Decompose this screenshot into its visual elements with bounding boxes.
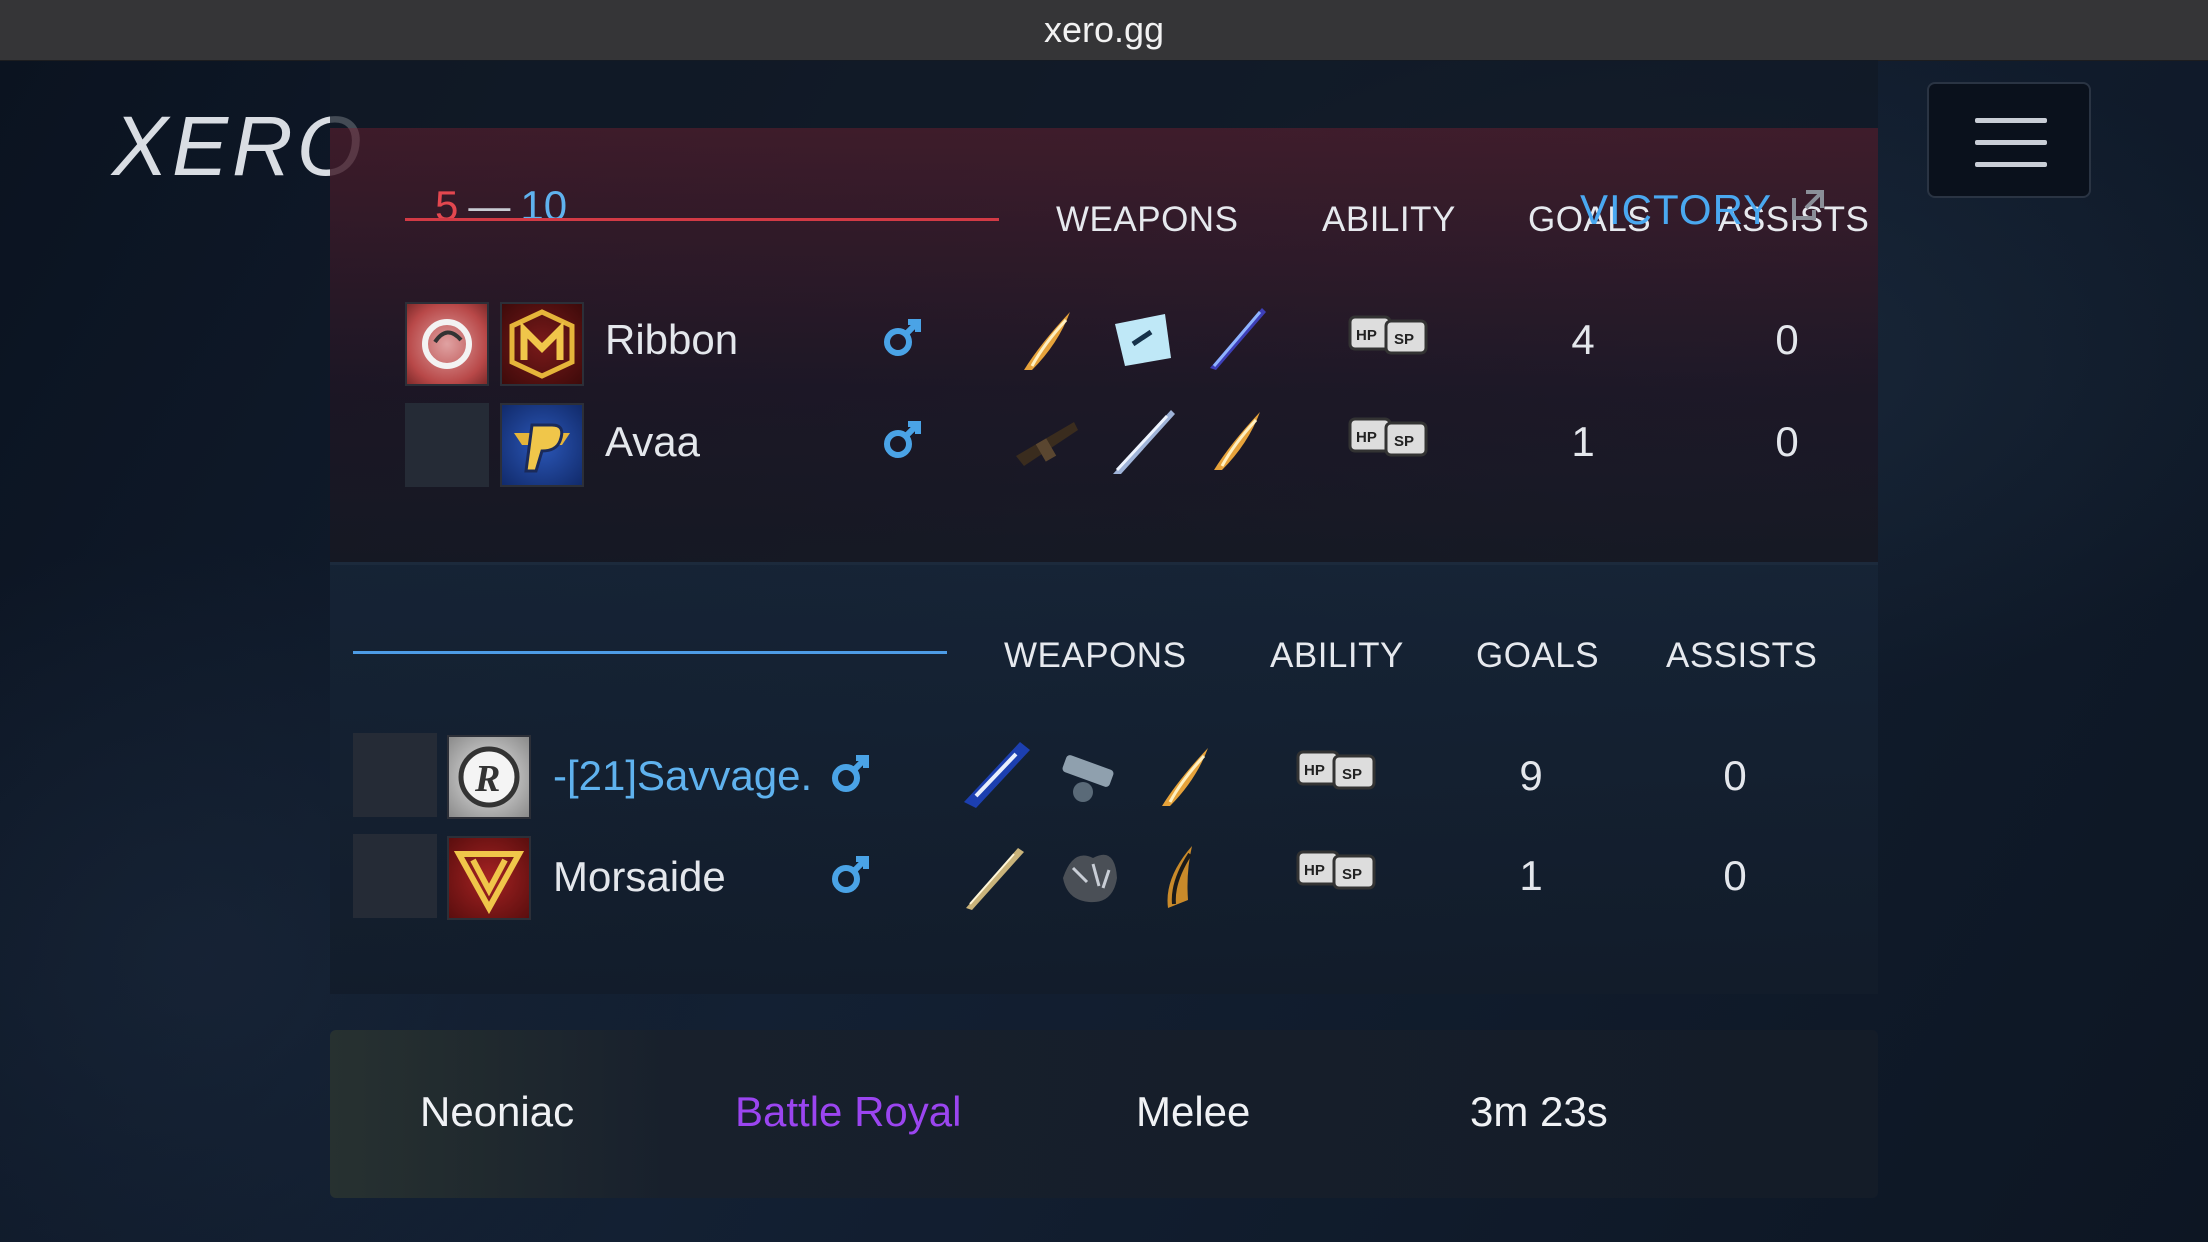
player-assists: 0	[1775, 418, 1799, 465]
external-link-icon[interactable]	[1788, 184, 1828, 224]
blue-team-divider	[353, 651, 947, 654]
score-blue: 10	[520, 182, 568, 229]
plasma-sword-icon	[1210, 308, 1266, 370]
v-emblem-icon	[453, 851, 525, 915]
player-goals: 1	[1571, 418, 1595, 465]
gatling-gun-icon	[1062, 755, 1114, 802]
header-assists: ASSISTS	[1666, 636, 1818, 675]
svg-text:SP: SP	[1394, 331, 1414, 348]
player-name-savvage[interactable]: -[21]Savvage.	[553, 752, 812, 800]
match-result-victory: VICTORY	[1580, 186, 1773, 233]
header-ability: ABILITY	[1270, 636, 1404, 675]
flame-blade-icon	[1214, 412, 1260, 470]
player-assists: 0	[1723, 752, 1747, 799]
svg-text:HP: HP	[1304, 762, 1325, 779]
player-goals: 1	[1519, 852, 1543, 899]
clan-emblem	[447, 836, 531, 920]
svg-text:R: R	[474, 758, 500, 800]
match-duration: 3m 23s	[1470, 1088, 1608, 1135]
clan-emblem: R	[447, 735, 531, 819]
p-emblem-icon	[514, 423, 570, 473]
blue-greatsword-icon	[964, 742, 1030, 808]
url-text: xero.gg	[1043, 9, 1165, 50]
hp-sp-ability-icon: HP SP	[1296, 850, 1376, 890]
match-type: Melee	[1136, 1088, 1251, 1135]
empty-rank-slot	[405, 403, 489, 487]
dragon-emblem-icon	[422, 319, 472, 369]
hp-sp-ability-icon: HP SP	[1348, 417, 1428, 457]
hp-sp-ability-icon: HP SP	[1348, 315, 1428, 355]
dark-scythe-icon	[1167, 846, 1192, 908]
game-mode: Battle Royal	[735, 1088, 962, 1135]
header-weapons: WEAPONS	[1004, 636, 1187, 675]
header-weapons: WEAPONS	[1056, 200, 1239, 239]
hp-sp-ability-icon: HP SP	[1296, 750, 1376, 790]
player-name-ribbon[interactable]: Ribbon	[605, 316, 738, 364]
svg-text:HP: HP	[1356, 429, 1377, 446]
hamburger-menu-button[interactable]	[1927, 82, 2091, 198]
shotgun-icon	[1016, 422, 1078, 466]
clan-emblem	[500, 302, 584, 386]
beast-claw-icon	[1063, 854, 1117, 903]
match-score: 5—10	[435, 182, 567, 230]
svg-text:SP: SP	[1342, 766, 1362, 783]
m-emblem-icon	[509, 309, 575, 379]
empty-rank-slot	[353, 733, 437, 817]
svg-text:HP: HP	[1356, 327, 1377, 344]
flame-blade-icon	[1162, 748, 1208, 806]
player-name-morsaide[interactable]: Morsaide	[553, 853, 726, 901]
male-gender-icon	[884, 319, 921, 356]
card-top-strip	[330, 60, 1878, 128]
empty-rank-slot	[353, 834, 437, 918]
player-assists: 0	[1723, 852, 1747, 899]
ice-shard-weapon-icon	[1115, 314, 1171, 366]
score-red: 5	[435, 182, 459, 229]
xero-logo[interactable]: XERO	[112, 98, 366, 195]
player-assists: 0	[1775, 316, 1799, 363]
male-gender-icon	[832, 856, 869, 893]
map-name: Neoniac	[420, 1088, 575, 1135]
browser-url-bar[interactable]: xero.gg	[0, 0, 2208, 61]
header-goals: GOALS	[1476, 636, 1600, 675]
menu-icon	[1975, 118, 2047, 123]
clan-emblem	[500, 403, 584, 487]
player-goals: 4	[1571, 316, 1595, 363]
male-gender-icon	[832, 755, 869, 792]
player-rank-emblem	[405, 302, 489, 386]
ice-blade-icon	[1113, 410, 1175, 474]
r-emblem-icon: R	[458, 746, 520, 808]
katana-icon	[966, 848, 1024, 910]
male-gender-icon	[884, 421, 921, 458]
red-team-divider	[405, 218, 999, 221]
header-ability: ABILITY	[1322, 200, 1456, 239]
svg-text:SP: SP	[1394, 433, 1414, 450]
player-goals: 9	[1519, 752, 1543, 799]
svg-text:SP: SP	[1342, 866, 1362, 883]
svg-text:HP: HP	[1304, 862, 1325, 879]
score-dash: —	[468, 182, 511, 229]
player-name-avaa[interactable]: Avaa	[605, 418, 700, 466]
flame-blade-icon	[1024, 312, 1070, 370]
